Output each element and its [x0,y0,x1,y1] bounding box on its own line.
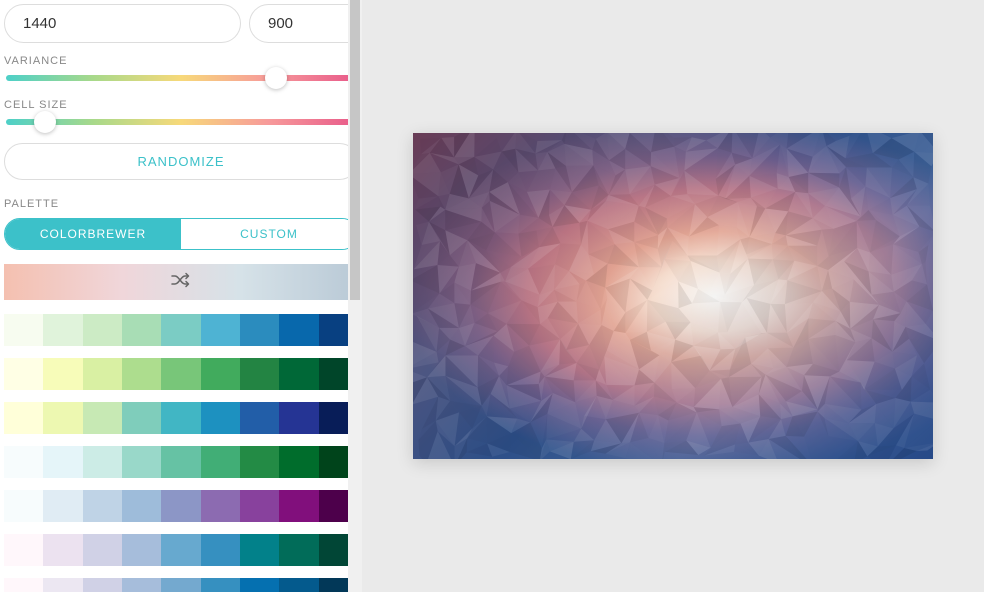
palette-swatch [122,358,161,390]
palette-swatch [43,534,82,566]
palette-swatch [279,446,318,478]
palette-swatch [43,446,82,478]
palette-swatch [201,490,240,522]
cellsize-label: CELL SIZE [4,99,358,111]
preview-area [362,0,984,592]
cellsize-thumb[interactable] [34,111,56,133]
palette-swatch [240,446,279,478]
palette-row[interactable] [4,578,358,592]
palette-swatch [4,578,43,592]
palette-swatch [83,402,122,434]
palette-swatch [4,446,43,478]
palette-row[interactable] [4,490,358,522]
palette-swatch [4,402,43,434]
cellsize-section: CELL SIZE [4,99,358,125]
palette-swatch [161,446,200,478]
palette-swatch [122,314,161,346]
palette-swatch [122,446,161,478]
shuffle-icon [170,272,192,293]
palette-swatch [122,578,161,592]
variance-section: VARIANCE [4,55,358,81]
palette-swatch [161,358,200,390]
palette-swatch [279,578,318,592]
palette-swatch [201,314,240,346]
palette-swatch [43,358,82,390]
palette-swatch [279,402,318,434]
palette-swatch [161,314,200,346]
sidebar-controls: VARIANCE CELL SIZE RANDOMIZE PALETTE COL… [0,0,362,592]
palette-swatch [83,534,122,566]
palette-mode-segmented: COLORBREWER CUSTOM [4,218,358,250]
palette-swatch [83,578,122,592]
palette-swatch [279,358,318,390]
palette-swatch [240,314,279,346]
palette-swatch [201,402,240,434]
palette-row[interactable] [4,314,358,346]
palette-swatch [240,490,279,522]
palette-list [4,314,358,592]
palette-swatch [240,578,279,592]
cellsize-slider[interactable] [6,119,356,125]
palette-swatch [4,490,43,522]
palette-swatch [161,578,200,592]
palette-swatch [161,534,200,566]
palette-swatch [122,534,161,566]
palette-swatch [240,402,279,434]
palette-swatch [279,534,318,566]
palette-swatch [4,534,43,566]
palette-swatch [122,490,161,522]
palette-swatch [201,578,240,592]
palette-label: PALETTE [4,198,358,210]
palette-row[interactable] [4,534,358,566]
palette-swatch [4,314,43,346]
palette-swatch [43,314,82,346]
tab-custom[interactable]: CUSTOM [181,219,357,249]
palette-swatch [83,314,122,346]
tab-colorbrewer[interactable]: COLORBREWER [5,219,181,249]
height-input[interactable] [249,4,362,43]
palette-swatch [122,402,161,434]
palette-swatch [240,534,279,566]
palette-swatch [4,358,43,390]
palette-swatch [279,314,318,346]
palette-swatch [201,358,240,390]
palette-row[interactable] [4,446,358,478]
shuffle-palette-button[interactable] [4,264,358,300]
palette-swatch [43,578,82,592]
dimensions-row [4,4,358,43]
scrollbar[interactable] [348,0,362,592]
palette-row[interactable] [4,402,358,434]
palette-swatch [83,358,122,390]
palette-swatch [161,490,200,522]
palette-swatch [83,446,122,478]
variance-label: VARIANCE [4,55,358,67]
palette-swatch [161,402,200,434]
palette-swatch [240,358,279,390]
scrollbar-thumb[interactable] [350,0,360,300]
palette-swatch [43,490,82,522]
palette-swatch [83,490,122,522]
variance-slider[interactable] [6,75,356,81]
palette-swatch [43,402,82,434]
preview-canvas [413,133,933,459]
palette-swatch [201,534,240,566]
palette-swatch [201,446,240,478]
randomize-button[interactable]: RANDOMIZE [4,143,358,180]
variance-thumb[interactable] [265,67,287,89]
width-input[interactable] [4,4,241,43]
palette-row[interactable] [4,358,358,390]
palette-swatch [279,490,318,522]
